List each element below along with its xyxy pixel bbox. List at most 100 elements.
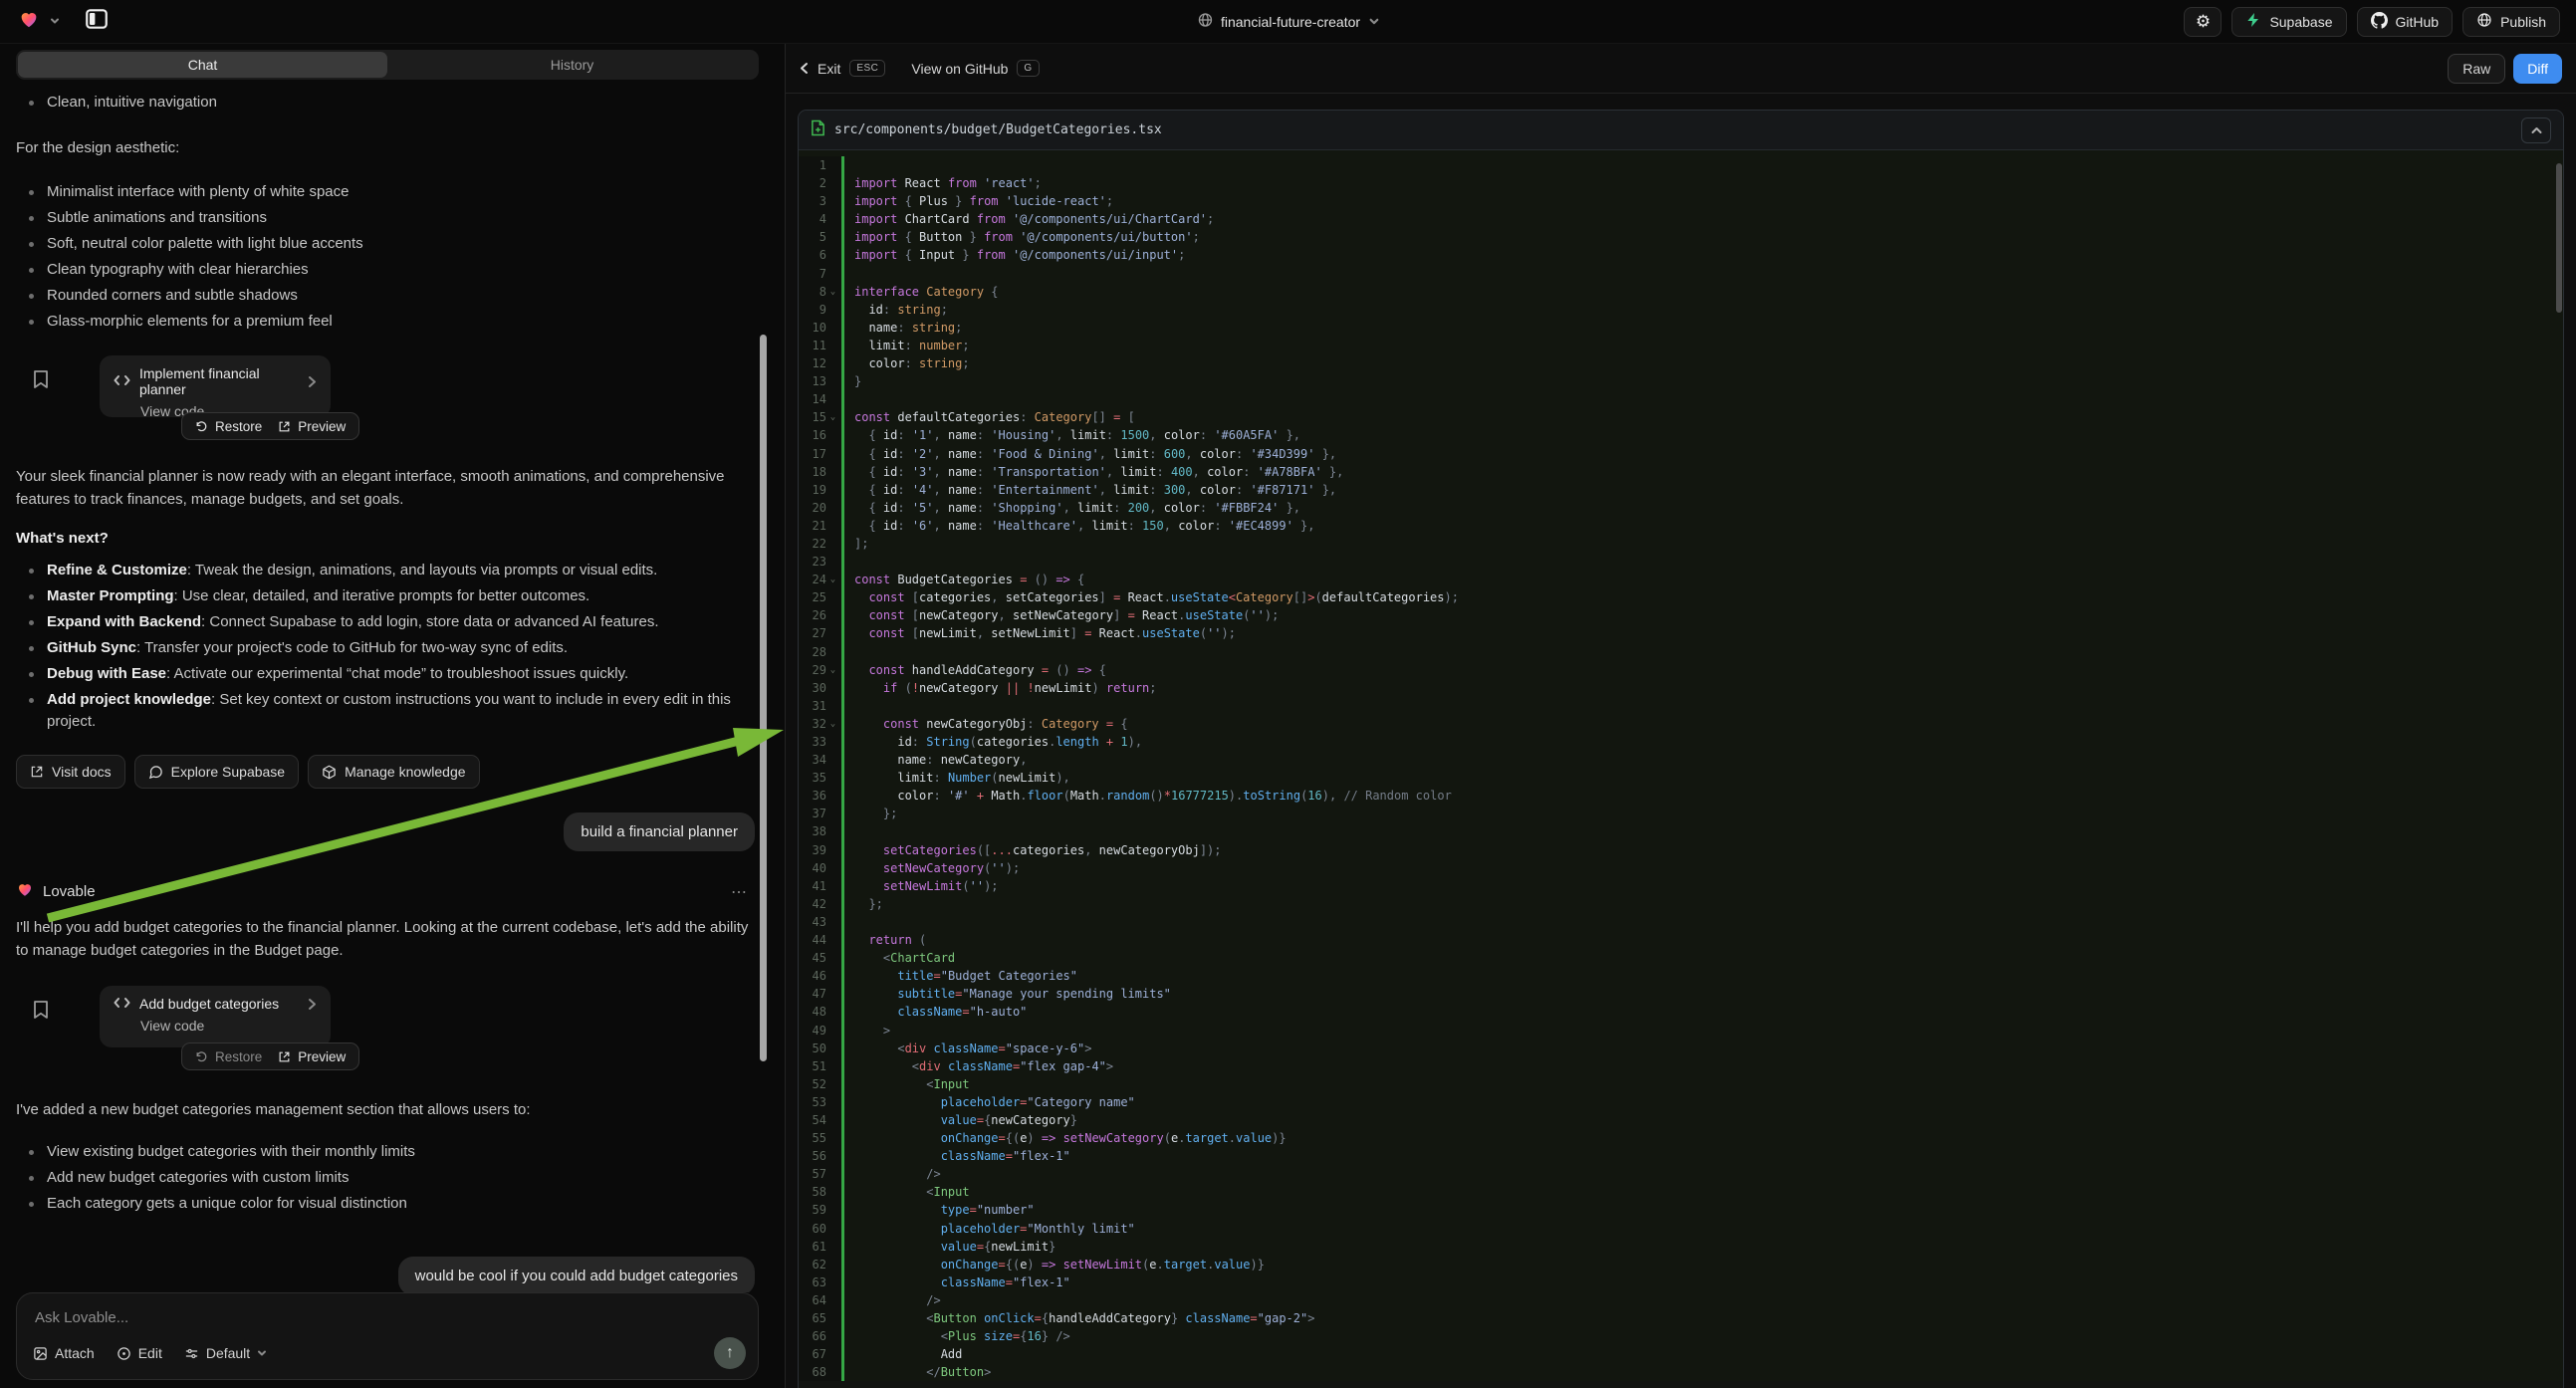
visit-docs-button[interactable]: Visit docs — [16, 755, 125, 789]
restore-button[interactable]: Restore — [195, 1049, 262, 1064]
settings-button[interactable]: ⚙ — [2184, 7, 2222, 37]
diff-toolbar: Exit ESC View on GitHub G Raw Diff — [786, 44, 2576, 94]
version-card-add-budget-categories[interactable]: Add budget categories View code — [100, 986, 331, 1047]
bookmark-icon[interactable] — [32, 369, 50, 394]
added-paragraph: I've added a new budget categories manag… — [16, 1098, 755, 1121]
send-button[interactable]: ↑ — [714, 1337, 746, 1369]
chevron-right-icon[interactable] — [308, 998, 317, 1011]
code-line: 39 setCategories([...categories, newCate… — [799, 841, 2563, 859]
file-added-icon — [811, 119, 825, 141]
restore-preview-pill: Restore Preview — [181, 1042, 359, 1070]
chevron-right-icon[interactable] — [308, 375, 317, 388]
code-line: 56 className="flex-1" — [799, 1147, 2563, 1165]
supabase-button[interactable]: Supabase — [2231, 7, 2346, 37]
list-item: Expand with Backend: Connect Supabase to… — [16, 609, 755, 635]
code-line: 26 const [newCategory, setNewCategory] =… — [799, 606, 2563, 624]
prompt-composer[interactable]: Ask Lovable... Attach Edit Default ↑ — [16, 1292, 759, 1380]
code-view-panel: Exit ESC View on GitHub G Raw Diff src/c… — [785, 44, 2576, 1388]
code-line: 47 subtitle="Manage your spending limits… — [799, 985, 2563, 1003]
code-line: 65 <Button onClick={handleAddCategory} c… — [799, 1309, 2563, 1327]
project-chevron-down-icon — [1368, 16, 1379, 27]
github-button[interactable]: GitHub — [2357, 7, 2454, 37]
ready-paragraph: Your sleek financial planner is now read… — [16, 465, 748, 511]
exit-button[interactable]: Exit ESC — [800, 60, 885, 77]
tab-chat[interactable]: Chat — [18, 52, 387, 78]
code-scrollbar-thumb[interactable] — [2556, 163, 2562, 313]
model-selector[interactable]: Default — [184, 1345, 267, 1361]
view-code-link[interactable]: View code — [140, 1018, 317, 1034]
code-line: 68 </Button> — [799, 1363, 2563, 1381]
version-card2-wrap: Add budget categories View code Restore … — [100, 986, 755, 1069]
code-line: 9 id: string; — [799, 301, 2563, 319]
assistant-name: Lovable — [43, 883, 96, 900]
code-line: 8⌄interface Category { — [799, 283, 2563, 301]
code-line: 29⌄ const handleAddCategory = () => { — [799, 661, 2563, 679]
project-name: financial-future-creator — [1221, 14, 1360, 30]
lovable-logo-heart-icon[interactable] — [18, 8, 40, 35]
code-line: 6import { Input } from '@/components/ui/… — [799, 246, 2563, 264]
diff-file-card: src/components/budget/BudgetCategories.t… — [798, 110, 2564, 1388]
explore-supabase-button[interactable]: Explore Supabase — [134, 755, 299, 789]
code-line: 57 /> — [799, 1165, 2563, 1183]
version-card-implement-financial-planner[interactable]: Implement financial planner View code — [100, 355, 331, 417]
code-line: 51 <div className="flex gap-4"> — [799, 1057, 2563, 1075]
code-line: 42 }; — [799, 895, 2563, 913]
list-item: Add new budget categories with custom li… — [16, 1165, 755, 1191]
restore-preview-pill: Restore Preview — [181, 412, 359, 440]
chat-panel: Chat History Clean, intuitive navigation… — [0, 44, 785, 1388]
code-line: 49 > — [799, 1022, 2563, 1040]
chat-scroll-area[interactable]: Clean, intuitive navigation For the desi… — [0, 80, 785, 1292]
toggle-sidebar-icon[interactable] — [84, 6, 110, 37]
diff-toggle-button[interactable]: Diff — [2513, 54, 2562, 84]
chat-history-tabs: Chat History — [16, 50, 759, 80]
workspace-chevron-down-icon[interactable] — [50, 13, 60, 31]
code-line: 33 id: String(categories.length + 1), — [799, 733, 2563, 751]
edit-mode-button[interactable]: Edit — [117, 1345, 162, 1361]
raw-toggle-button[interactable]: Raw — [2448, 54, 2505, 84]
bookmark-icon[interactable] — [32, 1000, 50, 1025]
code-line: 67 Add — [799, 1345, 2563, 1363]
code-line: 35 limit: Number(newLimit), — [799, 769, 2563, 787]
whats-next-heading: What's next? — [16, 530, 755, 547]
code-diff-area[interactable]: 12import React from 'react';3import { Pl… — [799, 150, 2563, 1381]
attach-button[interactable]: Attach — [33, 1345, 95, 1361]
version-card1-wrap: Implement financial planner View code Re… — [100, 355, 755, 439]
user-message-bubble: would be cool if you could add budget ca… — [398, 1257, 755, 1292]
list-item: Each category gets a unique color for vi… — [16, 1191, 755, 1217]
code-icon — [114, 373, 130, 389]
code-line: 63 className="flex-1" — [799, 1273, 2563, 1291]
design-intro: For the design aesthetic: — [16, 136, 755, 159]
code-line: 58 <Input — [799, 1183, 2563, 1201]
code-line: 11 limit: number; — [799, 337, 2563, 354]
preview-button[interactable]: Preview — [278, 419, 346, 434]
message-menu-icon[interactable]: ⋯ — [731, 882, 749, 902]
restore-icon — [195, 420, 208, 433]
code-line: 38 — [799, 822, 2563, 840]
image-icon — [33, 1346, 48, 1361]
external-link-icon — [278, 1050, 291, 1063]
manage-knowledge-button[interactable]: Manage knowledge — [308, 755, 479, 789]
code-line: 16 { id: '1', name: 'Housing', limit: 15… — [799, 426, 2563, 444]
chevron-left-icon — [800, 62, 809, 75]
code-line: 53 placeholder="Category name" — [799, 1093, 2563, 1111]
code-line: 20 { id: '5', name: 'Shopping', limit: 2… — [799, 499, 2563, 517]
prompt-input[interactable]: Ask Lovable... — [35, 1309, 740, 1326]
restore-button[interactable]: Restore — [195, 419, 262, 434]
code-line: 60 placeholder="Monthly limit" — [799, 1220, 2563, 1238]
view-on-github-button[interactable]: View on GitHub G — [911, 60, 1039, 77]
code-line: 3import { Plus } from 'lucide-react'; — [799, 192, 2563, 210]
tab-history[interactable]: History — [387, 52, 757, 78]
code-line: 28 — [799, 643, 2563, 661]
publish-button[interactable]: Publish — [2462, 7, 2560, 37]
code-line: 25 const [categories, setCategories] = R… — [799, 588, 2563, 606]
project-switcher[interactable]: financial-future-creator — [1197, 12, 1379, 31]
preview-button[interactable]: Preview — [278, 1049, 346, 1064]
list-item: Subtle animations and transitions — [16, 205, 755, 231]
chat-scrollbar-thumb[interactable] — [760, 335, 767, 1061]
code-line: 24⌄const BudgetCategories = () => { — [799, 571, 2563, 588]
chat-bubble-icon — [148, 765, 163, 780]
code-line: 44 return ( — [799, 931, 2563, 949]
file-header[interactable]: src/components/budget/BudgetCategories.t… — [799, 111, 2563, 150]
code-line: 40 setNewCategory(''); — [799, 859, 2563, 877]
collapse-file-button[interactable] — [2521, 117, 2551, 143]
